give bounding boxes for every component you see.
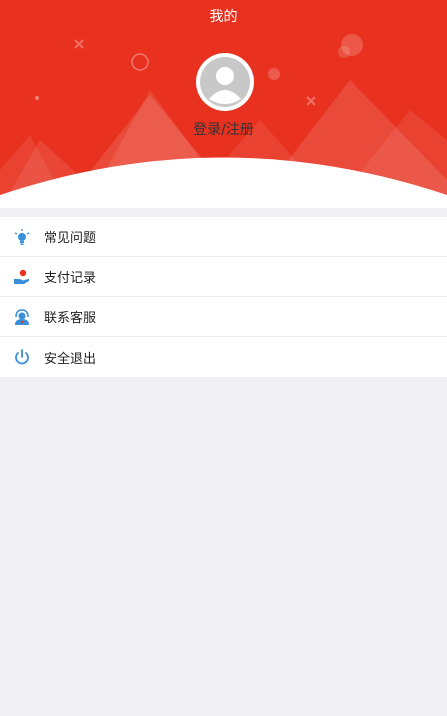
profile-header: 我的 登录/注册: [0, 0, 447, 210]
power-icon: [11, 346, 33, 368]
default-user-icon: [200, 57, 250, 107]
menu-item-label: 支付记录: [44, 271, 97, 286]
menu-item-faq[interactable]: 常见问题: [0, 217, 447, 257]
lightbulb-icon: [11, 226, 33, 248]
menu-item-customer-service[interactable]: 联系客服: [0, 297, 447, 337]
login-register-link[interactable]: 登录/注册: [0, 121, 447, 139]
customer-service-icon: [11, 306, 33, 328]
page-title: 我的: [209, 9, 238, 25]
menu-item-label: 安全退出: [44, 351, 97, 367]
menu-item-label: 联系客服: [44, 311, 97, 326]
section-divider: [0, 208, 447, 217]
menu-item-logout[interactable]: 安全退出: [0, 337, 447, 377]
avatar[interactable]: [196, 53, 254, 111]
payment-hand-icon: [11, 266, 33, 288]
settings-menu: 常见问题 支付记录 联系客服 安全退出: [0, 217, 447, 377]
menu-item-label: 常见问题: [44, 231, 97, 246]
menu-item-payment-records[interactable]: 支付记录: [0, 257, 447, 297]
